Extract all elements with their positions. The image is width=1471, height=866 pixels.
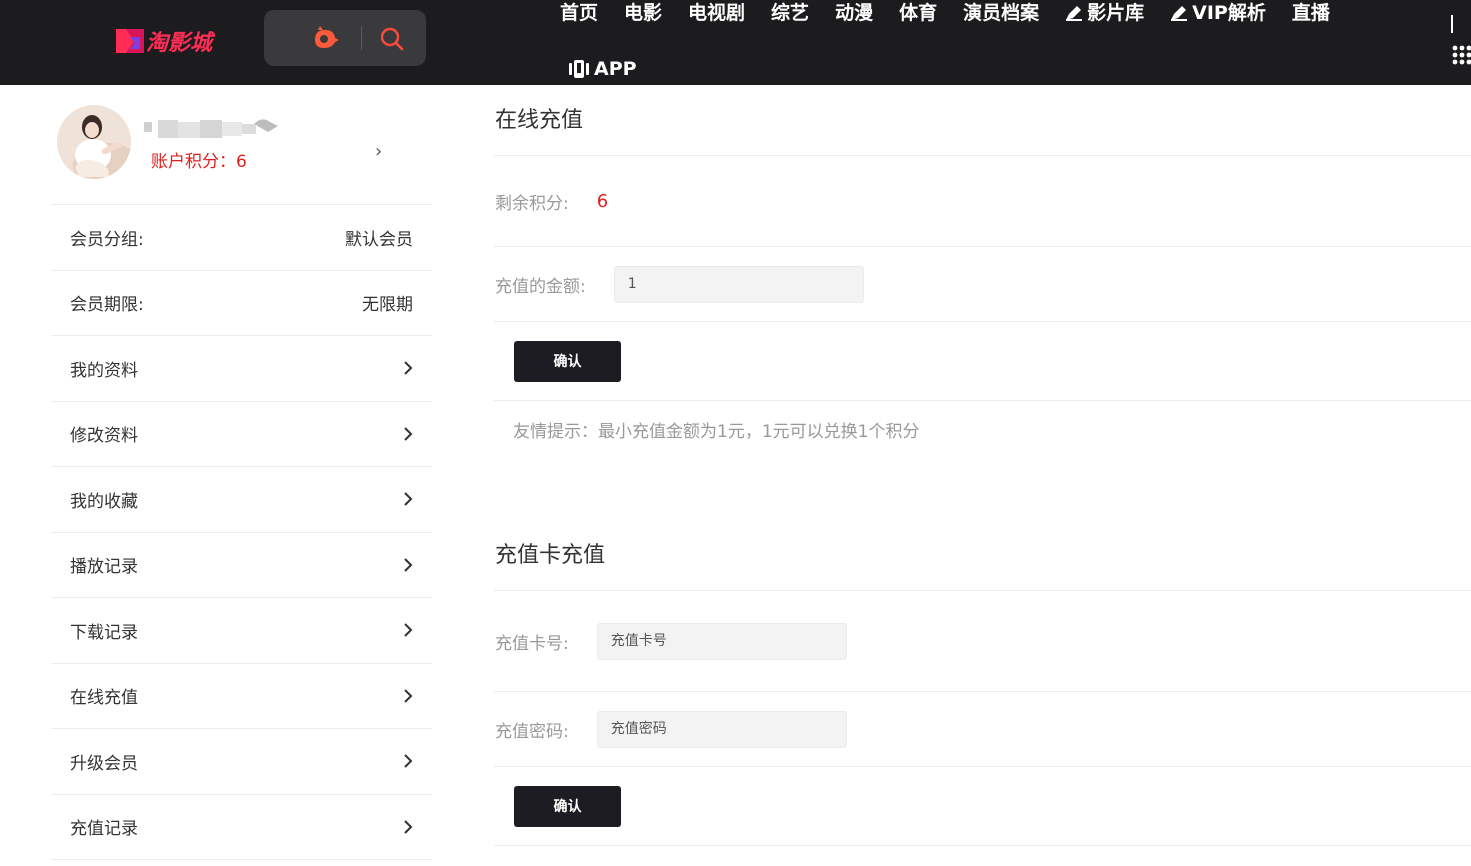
sidebar-item-label: 播放记录 bbox=[70, 557, 138, 578]
main-content: 在线充值 剩余积分: 6 充值的金额: 确认 友情提示：最小充值金额为1元，1元… bbox=[494, 85, 1471, 846]
online-confirm-row: 确认 bbox=[494, 322, 1471, 401]
sidebar-item-my-profile[interactable]: 我的资料 bbox=[51, 336, 432, 402]
search-icon[interactable] bbox=[379, 26, 405, 52]
sidebar-item-label: 升级会员 bbox=[70, 753, 138, 774]
sidebar-item-label: 我的资料 bbox=[70, 360, 138, 381]
chevron-right-icon bbox=[403, 688, 413, 704]
sidebar-item-label: 下载记录 bbox=[70, 622, 138, 643]
sidebar-item-label: 充值记录 bbox=[70, 819, 138, 840]
nav-tv[interactable]: 电视剧 bbox=[688, 0, 745, 26]
sidebar-item-online-recharge[interactable]: 在线充值 bbox=[51, 664, 432, 729]
member-term-label: 会员期限: bbox=[70, 295, 144, 316]
member-group-row: 会员分组: 默认会员 bbox=[51, 205, 432, 271]
account-points: 账户积分：6 bbox=[151, 147, 247, 172]
cat-icon bbox=[312, 26, 340, 50]
sidebar-item-label: 修改资料 bbox=[70, 426, 138, 447]
sidebar-item-label: 我的收藏 bbox=[70, 491, 138, 512]
points-value: 6 bbox=[236, 152, 247, 172]
nav-sports[interactable]: 体育 bbox=[899, 0, 937, 26]
remaining-points-row: 剩余积分: 6 bbox=[494, 156, 1471, 247]
nav-live[interactable]: 直播 bbox=[1292, 0, 1330, 26]
recharge-tip: 友情提示：最小充值金额为1元，1元可以兑换1个积分 bbox=[513, 422, 920, 442]
chevron-right-icon bbox=[403, 360, 413, 376]
recharge-amount-input[interactable] bbox=[613, 265, 864, 303]
sidebar-item-recharge-history[interactable]: 充值记录 bbox=[51, 795, 432, 860]
grid-menu-icon[interactable] bbox=[1452, 44, 1471, 66]
user-profile-card[interactable]: 账户积分：6 › bbox=[51, 85, 432, 205]
member-group-value: 默认会员 bbox=[345, 229, 413, 250]
header-divider bbox=[1451, 15, 1453, 33]
pen-icon bbox=[1065, 5, 1083, 21]
chevron-right-icon bbox=[403, 426, 413, 442]
nav-actors[interactable]: 演员档案 bbox=[963, 0, 1039, 26]
nav-home[interactable]: 首页 bbox=[560, 0, 598, 26]
recharge-amount-label: 充值的金额: bbox=[495, 276, 586, 297]
sidebar-item-downloads[interactable]: 下载记录 bbox=[51, 598, 432, 664]
online-confirm-button[interactable]: 确认 bbox=[514, 340, 621, 382]
sidebar-item-label: 在线充值 bbox=[70, 688, 138, 709]
phone-icon bbox=[568, 60, 590, 78]
chevron-right-icon bbox=[403, 557, 413, 573]
logo-mark-icon bbox=[116, 27, 144, 55]
points-label: 账户积分： bbox=[151, 152, 236, 172]
card-number-row: 充值卡号: bbox=[494, 591, 1471, 692]
sidebar-item-play-history[interactable]: 播放记录 bbox=[51, 533, 432, 598]
chevron-right-icon bbox=[403, 622, 413, 638]
site-logo[interactable]: 淘影城 bbox=[116, 26, 212, 56]
card-confirm-button[interactable]: 确认 bbox=[514, 785, 621, 827]
nav-variety[interactable]: 综艺 bbox=[771, 0, 809, 26]
member-group-label: 会员分组: bbox=[70, 229, 144, 250]
chevron-right-icon bbox=[403, 491, 413, 507]
search-divider bbox=[361, 26, 362, 50]
card-recharge-title: 充值卡充值 bbox=[494, 520, 1471, 591]
card-password-input[interactable] bbox=[596, 710, 847, 748]
top-header: 淘影城 首页 电影 电视剧 综艺 动漫 体育 演员档案 影片库 VIP解析 直播… bbox=[0, 0, 1471, 85]
member-term-value: 无限期 bbox=[362, 295, 413, 316]
user-sidebar: 账户积分：6 › 会员分组: 默认会员 会员期限: 无限期 我的资料 修改资料 … bbox=[51, 85, 432, 860]
nav-app[interactable]: APP bbox=[568, 56, 637, 82]
nav-secondary: APP bbox=[568, 56, 663, 82]
remaining-points-label: 剩余积分: bbox=[495, 193, 569, 214]
card-number-label: 充值卡号: bbox=[495, 633, 569, 654]
sidebar-item-upgrade-member[interactable]: 升级会员 bbox=[51, 729, 432, 795]
card-number-input[interactable] bbox=[596, 622, 847, 660]
sidebar-item-edit-profile[interactable]: 修改资料 bbox=[51, 402, 432, 467]
chevron-right-icon bbox=[403, 819, 413, 835]
chevron-right-icon bbox=[403, 753, 413, 769]
logo-text: 淘影城 bbox=[146, 31, 213, 56]
card-confirm-row: 确认 bbox=[494, 767, 1471, 846]
nav-vip[interactable]: VIP解析 bbox=[1170, 0, 1266, 26]
avatar bbox=[57, 105, 131, 179]
sidebar-item-favorites[interactable]: 我的收藏 bbox=[51, 467, 432, 533]
member-term-row: 会员期限: 无限期 bbox=[51, 271, 432, 336]
chevron-right-icon[interactable]: › bbox=[375, 141, 382, 162]
nav-movie[interactable]: 电影 bbox=[624, 0, 662, 26]
search-box[interactable] bbox=[264, 10, 426, 66]
main-nav: 首页 电影 电视剧 综艺 动漫 体育 演员档案 影片库 VIP解析 直播 bbox=[560, 0, 1356, 26]
card-password-row: 充值密码: bbox=[494, 692, 1471, 767]
nav-anime[interactable]: 动漫 bbox=[835, 0, 873, 26]
nav-library[interactable]: 影片库 bbox=[1065, 0, 1144, 26]
username-blurred bbox=[144, 118, 279, 140]
recharge-amount-row: 充值的金额: bbox=[494, 247, 1471, 322]
pen-icon bbox=[1170, 5, 1188, 21]
card-password-label: 充值密码: bbox=[495, 721, 569, 742]
online-recharge-title: 在线充值 bbox=[494, 85, 1471, 156]
remaining-points-value: 6 bbox=[596, 190, 609, 212]
